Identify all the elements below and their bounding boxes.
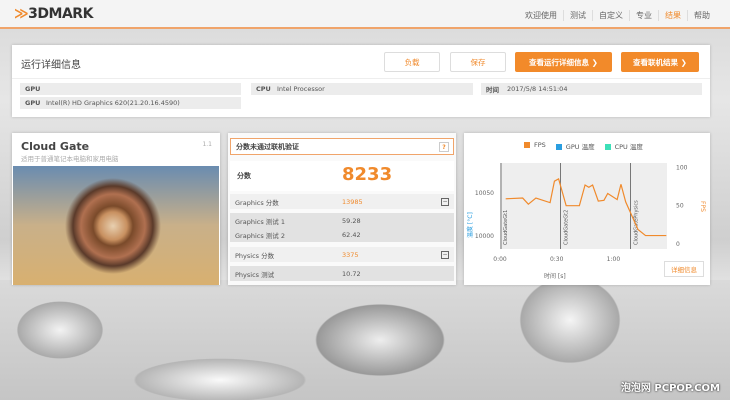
test-name: Cloud Gate <box>21 140 90 153</box>
load-button[interactable]: 负载 <box>384 52 440 72</box>
run-details-panel: 运行详细信息 负载 保存 查看运行详细信息 ❯ 查看联机结果 ❯ GPU GPU… <box>12 45 710 117</box>
x-tick: 0:30 <box>550 256 564 263</box>
watermark: 泡泡网 PCPOP.COM <box>620 383 720 394</box>
section-label: CloudGateGt1 <box>503 210 509 245</box>
nav-welcome[interactable]: 欢迎使用 <box>519 10 563 21</box>
expand-icon: − <box>441 250 449 259</box>
help-icon[interactable]: ? <box>439 142 449 152</box>
graphics-test1-row: Graphics 测试 1 59.28 <box>230 213 454 228</box>
test-info-panel: Cloud Gate 适用于普通笔记本电脑和家用电脑 1.1 <box>12 133 220 285</box>
view-run-details-button[interactable]: 查看运行详细信息 ❯ <box>515 52 612 72</box>
score-value: 8233 <box>342 164 393 185</box>
details-button[interactable]: 详细信息 <box>664 261 704 277</box>
score-panel: 分数未通过联机验证? 分数 8233 Graphics 分数 13985− Grap… <box>228 133 456 285</box>
right-tick: 0 <box>676 241 680 248</box>
divider <box>12 78 710 79</box>
gpu2-field: GPU Intel(R) HD Graphics 620(21.20.16.459… <box>20 97 241 109</box>
graphics-test2-row: Graphics 测试 2 62.42 <box>230 227 454 242</box>
validation-warning: 分数未通过联机验证? <box>230 138 454 155</box>
section-label: CloudGateGt2 <box>563 210 569 245</box>
left-tick: 10000 <box>475 233 494 240</box>
main-nav: 欢迎使用 测试 自定义 专业 结果 帮助 <box>519 10 716 21</box>
monitoring-chart-panel: FPS GPU 温度 CPU 温度 0:00 0:30 1:00 0 50 100 Clou… <box>464 133 710 285</box>
time-field: 时间 2017/5/8 14:51:04 <box>481 83 702 95</box>
x-axis-label: 时间 [s] <box>544 272 566 280</box>
panel-title: 运行详细信息 <box>21 60 81 71</box>
right-axis-label: FPS <box>699 201 706 212</box>
view-online-results-button[interactable]: 查看联机结果 ❯ <box>621 52 699 72</box>
gpu1-field: GPU <box>20 83 241 95</box>
graphics-score-row[interactable]: Graphics 分数 13985− <box>230 194 454 209</box>
test-version: 1.1 <box>202 141 212 148</box>
physics-score-row[interactable]: Physics 分数 3375− <box>230 247 454 262</box>
nav-test[interactable]: 测试 <box>563 10 592 21</box>
save-button[interactable]: 保存 <box>450 52 506 72</box>
logo: ≫3DMARK <box>14 6 93 22</box>
left-axis-label: 温度 [°C] <box>466 212 474 238</box>
nav-help[interactable]: 帮助 <box>687 10 716 21</box>
nav-pro[interactable]: 专业 <box>629 10 658 21</box>
x-tick: 1:00 <box>607 256 621 263</box>
test-subtitle: 适用于普通笔记本电脑和家用电脑 <box>21 155 119 163</box>
expand-icon: − <box>441 197 449 206</box>
x-tick: 0:00 <box>493 256 507 263</box>
total-score: 分数 8233 <box>230 161 454 191</box>
left-tick: 10050 <box>475 190 494 197</box>
physics-test-row: Physics 测试 10.72 <box>230 266 454 281</box>
test-artwork <box>13 166 219 285</box>
plot-area <box>500 163 667 249</box>
right-tick: 50 <box>676 203 684 210</box>
top-bar: ≫3DMARK 欢迎使用 测试 自定义 专业 结果 帮助 <box>0 0 730 29</box>
nav-custom[interactable]: 自定义 <box>592 10 629 21</box>
right-tick: 100 <box>676 164 688 171</box>
nav-results[interactable]: 结果 <box>658 10 687 21</box>
cpu-field: CPU Intel Processor <box>251 83 473 95</box>
